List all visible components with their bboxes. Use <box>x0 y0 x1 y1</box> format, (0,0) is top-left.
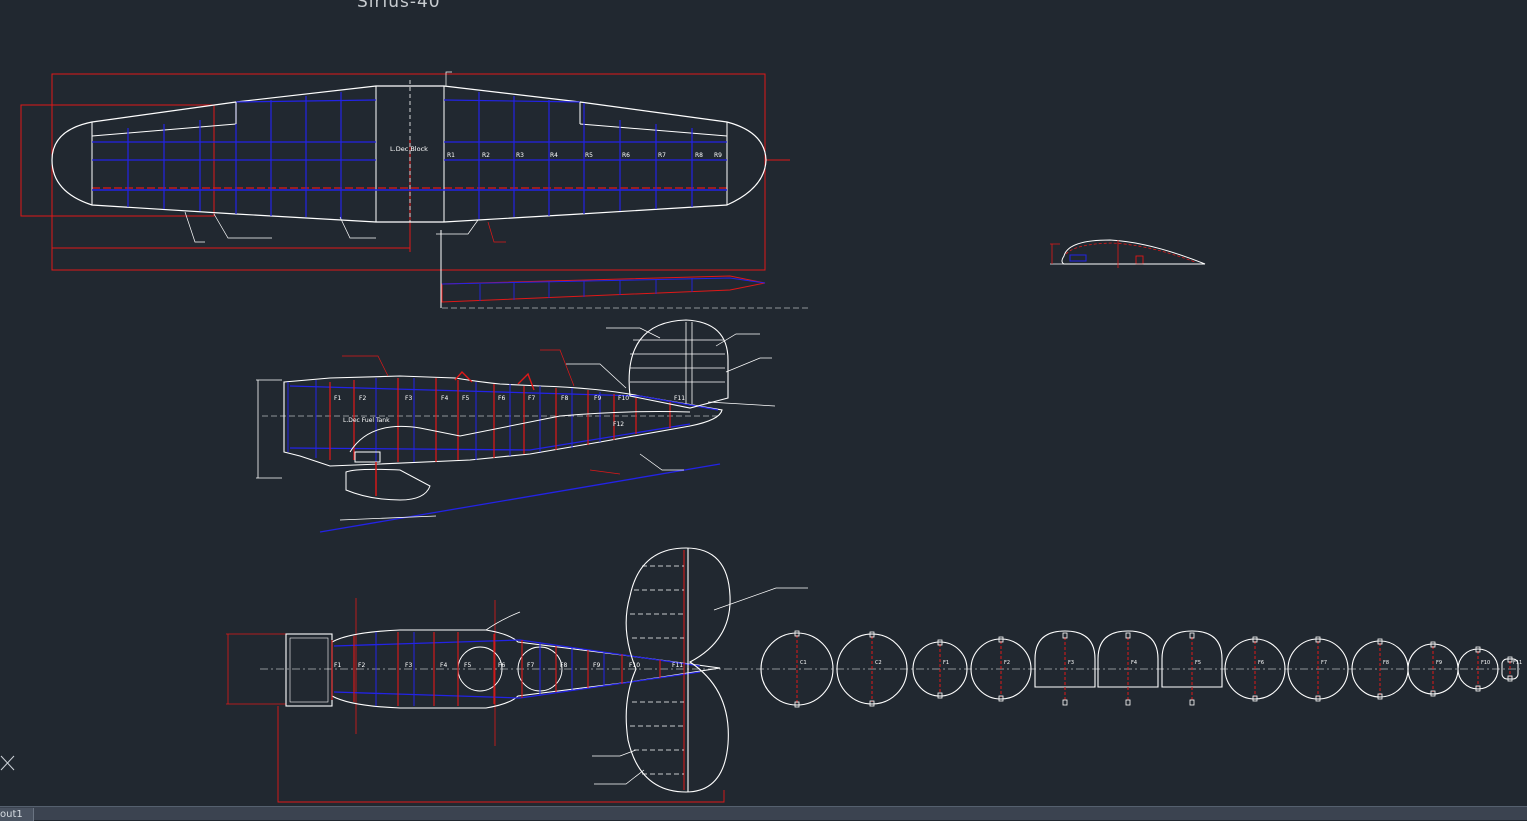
side-former-label-f3: F3 <box>405 395 412 402</box>
top-former-label-f9: F9 <box>593 662 600 669</box>
top-former-label-f7: F7 <box>527 662 534 669</box>
side-former-label-f7: F7 <box>528 395 535 402</box>
fuselage-side-view: L.Dec Fuel Tank F1 F2 F3 F4 F5 F6 F7 F8 F9 F10 F11… <box>256 319 776 533</box>
drawing-canvas[interactable]: L.Dec Block R1 R2 R3 R4 R5 R6 R7 R8 R9 L… <box>0 0 1527 806</box>
top-former-label-f5: F5 <box>464 662 471 669</box>
wing-rib-label-r7: R7 <box>658 152 666 159</box>
side-former-label-f2: F2 <box>359 395 366 402</box>
former-template-label: F7 <box>1321 660 1327 666</box>
side-former-label-f11: F11 <box>674 395 685 402</box>
ucs-icon[interactable] <box>0 754 16 772</box>
fuel-tank-label: L.Dec Fuel Tank <box>343 417 390 424</box>
former-template-label: F8 <box>1383 660 1389 666</box>
former-template-label: F3 <box>1068 660 1074 666</box>
former-template-f5: F5 <box>1161 630 1223 706</box>
wing-rib-label-r9: R9 <box>714 152 722 159</box>
former-template-f3: F3 <box>1034 630 1096 706</box>
top-former-label-f3: F3 <box>405 662 412 669</box>
former-template-label: F6 <box>1258 660 1264 666</box>
side-former-label-f9: F9 <box>594 395 601 402</box>
former-template-label: C1 <box>800 660 807 666</box>
former-template-label: F1 <box>943 660 949 666</box>
wing-rib-labels: R1 R2 R3 R4 R5 R6 R7 R8 R9 <box>447 152 722 159</box>
top-former-labels: F1 F2 F3 F4 F5 F6 F7 F8 F9 F10 F11 <box>334 662 683 669</box>
former-template-label: F10 <box>1481 660 1490 666</box>
former-template-label: F4 <box>1131 660 1137 666</box>
side-former-label-f8: F8 <box>561 395 568 402</box>
former-template-label: F11 <box>1513 660 1522 666</box>
top-former-label-f1: F1 <box>334 662 341 669</box>
wing-rib-label-r8: R8 <box>695 152 703 159</box>
former-template-label: C2 <box>875 660 882 666</box>
top-former-label-f11: F11 <box>672 662 683 669</box>
former-template-label: F9 <box>1436 660 1442 666</box>
top-former-label-f10: F10 <box>629 662 640 669</box>
former-template-label: F5 <box>1195 660 1201 666</box>
airfoil-profile <box>1050 239 1206 268</box>
side-former-label-f10: F10 <box>618 395 629 402</box>
layout-tab-bar: out1 <box>0 806 1527 821</box>
wing-rib-label-r4: R4 <box>550 152 558 159</box>
side-former-label-f1: F1 <box>334 395 341 402</box>
fuselage-top-view: F1 F2 F3 F4 F5 F6 F7 F8 F9 F10 F11 <box>226 547 1520 803</box>
wing-rib-label-r3: R3 <box>516 152 524 159</box>
side-former-label-f5: F5 <box>462 395 469 402</box>
side-former-f12-label: F12 <box>613 421 624 428</box>
wing-rib-label-r2: R2 <box>482 152 490 159</box>
top-former-label-f4: F4 <box>440 662 447 669</box>
wing-block-label: L.Dec Block <box>390 145 428 153</box>
side-former-label-f4: F4 <box>441 395 448 402</box>
drawing-title: Sirius-40 <box>357 0 441 12</box>
tab-layout1[interactable]: out1 <box>0 808 34 821</box>
wing-plan-view: L.Dec Block R1 R2 R3 R4 R5 R6 R7 R8 R9 <box>20 71 790 271</box>
former-template-f4: F4 <box>1097 630 1159 706</box>
wing-rib-label-r1: R1 <box>447 152 455 159</box>
wing-rib-label-r5: R5 <box>585 152 593 159</box>
former-template-label: F2 <box>1004 660 1010 666</box>
top-former-label-f6: F6 <box>498 662 505 669</box>
top-former-label-f8: F8 <box>560 662 567 669</box>
side-former-label-f6: F6 <box>498 395 505 402</box>
top-former-label-f2: F2 <box>358 662 365 669</box>
wing-rib-label-r6: R6 <box>622 152 630 159</box>
